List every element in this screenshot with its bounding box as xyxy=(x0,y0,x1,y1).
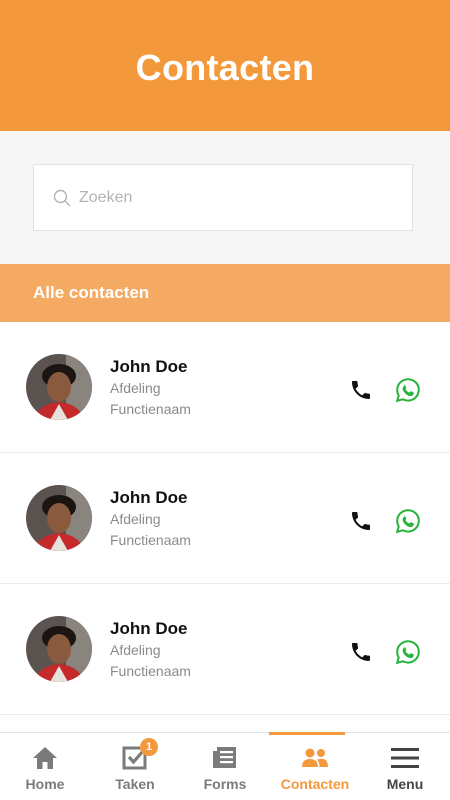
whatsapp-icon[interactable] xyxy=(395,377,421,403)
checkbox-icon: 1 xyxy=(120,738,158,771)
hamburger-icon xyxy=(390,745,420,771)
tab-label: Contacten xyxy=(280,776,350,792)
contact-name: John Doe xyxy=(110,619,188,638)
tab-home[interactable]: Home xyxy=(0,733,90,800)
avatar xyxy=(26,616,92,682)
app-header: Contacten xyxy=(0,0,450,131)
avatar xyxy=(26,485,92,551)
search-area xyxy=(0,131,450,264)
people-icon xyxy=(300,745,330,771)
tab-forms[interactable]: Forms xyxy=(180,733,270,800)
phone-icon[interactable] xyxy=(349,378,373,402)
whatsapp-icon[interactable] xyxy=(395,508,421,534)
contact-department: Afdeling xyxy=(110,642,161,658)
contact-info: John Doe Afdeling Functienaam xyxy=(110,618,191,682)
contact-function: Functienaam xyxy=(110,401,191,417)
section-header: Alle contacten xyxy=(0,264,450,322)
contact-row[interactable]: John Doe Afdeling Functienaam xyxy=(0,322,450,453)
contact-row[interactable]: John Doe Afdeling Functienaam xyxy=(0,453,450,584)
contact-department: Afdeling xyxy=(110,380,161,396)
home-icon xyxy=(30,745,60,771)
contact-row[interactable]: John Doe Afdeling Functienaam xyxy=(0,584,450,715)
whatsapp-icon[interactable] xyxy=(395,639,421,665)
tab-label: Taken xyxy=(115,776,155,792)
document-icon xyxy=(210,745,240,771)
contact-info: John Doe Afdeling Functienaam xyxy=(110,487,191,551)
contact-department: Afdeling xyxy=(110,511,161,527)
tab-label: Forms xyxy=(203,776,247,792)
search-box[interactable] xyxy=(33,164,413,231)
tab-taken[interactable]: 1 Taken xyxy=(90,733,180,800)
bottom-tab-bar: Home 1 Taken Forms Contacten Menu xyxy=(0,732,450,800)
search-icon xyxy=(53,189,71,207)
contact-info: John Doe Afdeling Functienaam xyxy=(110,356,191,420)
contact-name: John Doe xyxy=(110,488,188,507)
tab-contacten[interactable]: Contacten xyxy=(269,732,360,800)
tab-label: Home xyxy=(25,776,65,792)
contact-function: Functienaam xyxy=(110,663,191,679)
contact-list: John Doe Afdeling Functienaam John Doe A… xyxy=(0,322,450,715)
contact-name: John Doe xyxy=(110,357,188,376)
contact-function: Functienaam xyxy=(110,532,191,548)
phone-icon[interactable] xyxy=(349,640,373,664)
search-input[interactable] xyxy=(79,188,379,207)
avatar xyxy=(26,354,92,420)
page-title: Contacten xyxy=(135,46,315,88)
tab-menu[interactable]: Menu xyxy=(360,733,450,800)
section-title: Alle contacten xyxy=(33,283,150,302)
phone-icon[interactable] xyxy=(349,509,373,533)
notification-badge: 1 xyxy=(140,738,158,756)
tab-label: Menu xyxy=(386,776,424,792)
